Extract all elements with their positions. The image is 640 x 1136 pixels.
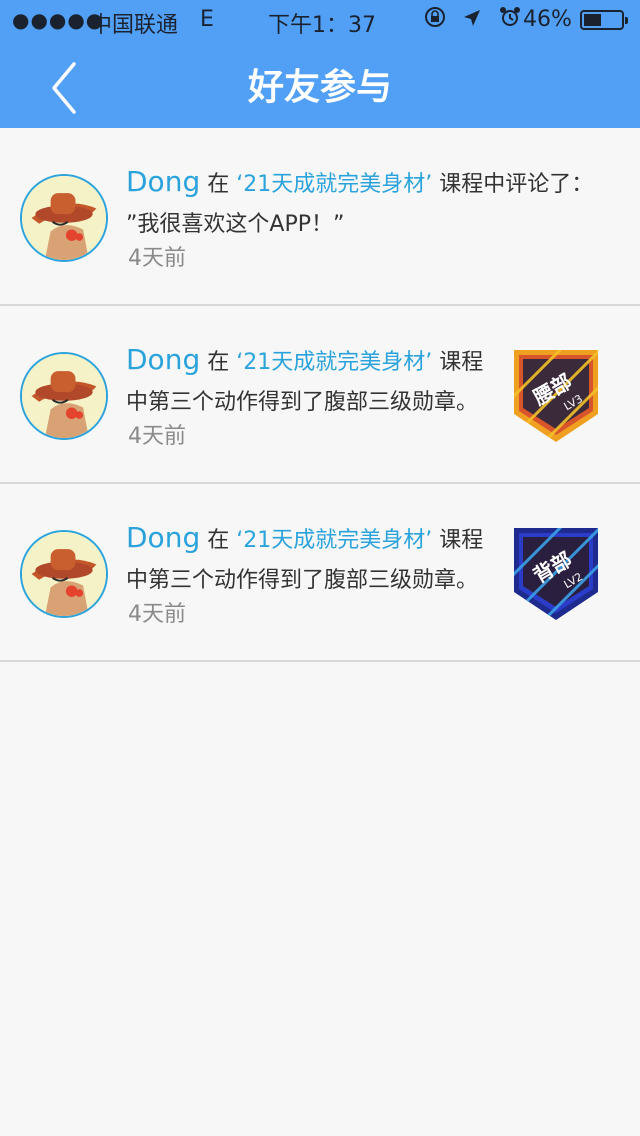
feed-item[interactable]: Dong 在 ‘21天成就完美身材’ 课程 中第三个动作得到了腹部三级勋章。 4… xyxy=(0,484,640,662)
activity-detail: 中第三个动作得到了腹部三级勋章。 xyxy=(126,568,479,593)
carrier-name: 中国联通 xyxy=(90,13,179,38)
user-name[interactable]: Dong xyxy=(126,165,200,198)
page-title: 好友参与 xyxy=(247,67,392,108)
time-ago: 4天前 xyxy=(128,602,186,627)
activity-feed: Dong 在 ‘21天成就完美身材’ 课程中评论了： ”我很喜欢这个APP！” … xyxy=(0,128,640,662)
status-icons xyxy=(424,6,531,33)
text-prefix: 在 xyxy=(200,528,237,553)
badge-medal[interactable]: 腰部 LV3 xyxy=(512,348,600,444)
location-arrow-icon xyxy=(462,9,488,33)
avatar[interactable] xyxy=(20,352,108,440)
app-header: ●●●●● 中国联通 E 下午1：37 46% 好友参与 xyxy=(0,0,640,128)
time-ago: 4天前 xyxy=(128,424,186,449)
text-suffix: 课程 xyxy=(432,528,484,553)
text-prefix: 在 xyxy=(200,350,237,375)
battery-level-fill xyxy=(584,14,601,26)
battery-icon xyxy=(580,10,628,30)
activity-detail: ”我很喜欢这个APP！” xyxy=(126,212,345,237)
medal-shield-icon: 腰部 LV3 xyxy=(514,350,598,442)
battery-percent: 46% xyxy=(523,7,572,32)
text-prefix: 在 xyxy=(200,172,237,197)
network-type: E xyxy=(200,7,214,32)
avatar-image xyxy=(22,176,106,260)
course-link[interactable]: ‘21天成就完美身材’ xyxy=(236,172,432,197)
feed-item[interactable]: Dong 在 ‘21天成就完美身材’ 课程中评论了： ”我很喜欢这个APP！” … xyxy=(0,128,640,306)
activity-text: Dong 在 ‘21天成就完美身材’ 课程中评论了： ”我很喜欢这个APP！” xyxy=(126,162,616,245)
badge-medal[interactable]: 背部 LV2 xyxy=(512,526,600,622)
avatar-image xyxy=(22,354,106,438)
rotation-lock-icon xyxy=(424,7,452,33)
medal-shield-icon: 背部 LV2 xyxy=(514,528,598,620)
avatar[interactable] xyxy=(20,174,108,262)
avatar[interactable] xyxy=(20,530,108,618)
status-bar: ●●●●● 中国联通 E 下午1：37 46% xyxy=(0,0,640,40)
feed-item[interactable]: Dong 在 ‘21天成就完美身材’ 课程 中第三个动作得到了腹部三级勋章。 4… xyxy=(0,306,640,484)
clock: 下午1：37 xyxy=(268,13,376,38)
activity-text: Dong 在 ‘21天成就完美身材’ 课程 中第三个动作得到了腹部三级勋章。 xyxy=(126,340,506,423)
time-ago: 4天前 xyxy=(128,246,186,271)
text-suffix: 课程 xyxy=(432,350,484,375)
course-link[interactable]: ‘21天成就完美身材’ xyxy=(236,350,432,375)
activity-text: Dong 在 ‘21天成就完美身材’ 课程 中第三个动作得到了腹部三级勋章。 xyxy=(126,518,506,601)
activity-detail: 中第三个动作得到了腹部三级勋章。 xyxy=(126,390,479,415)
user-name[interactable]: Dong xyxy=(126,521,200,554)
user-name[interactable]: Dong xyxy=(126,343,200,376)
text-suffix: 课程中评论了： xyxy=(432,172,594,197)
avatar-image xyxy=(22,532,106,616)
alarm-icon xyxy=(499,7,521,33)
course-link[interactable]: ‘21天成就完美身材’ xyxy=(236,528,432,553)
